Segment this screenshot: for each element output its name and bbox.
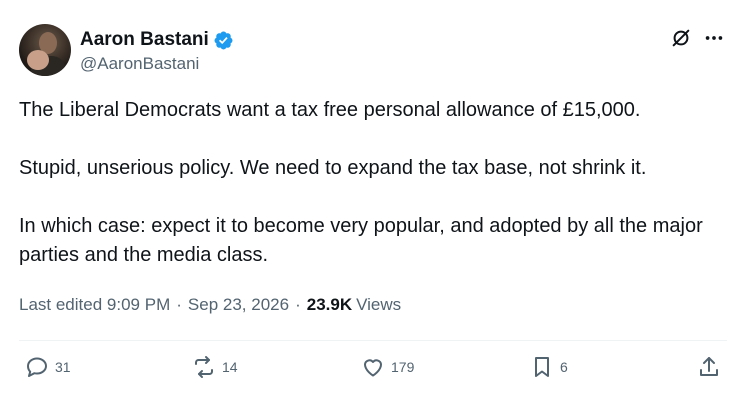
meta-separator: · [295,295,301,314]
bookmark-button[interactable]: 6 [530,355,568,379]
edited-label[interactable]: Last edited [19,295,102,315]
tweet-time[interactable]: 9:09 PM [107,295,170,315]
author-name-row: Aaron Bastani [80,28,234,52]
share-icon [700,357,718,376]
repost-button[interactable]: 14 [192,355,238,379]
bookmark-icon [535,357,549,377]
tweet-meta: Last edited 9:09 PM · Sep 23, 2026 · 23.… [19,295,401,315]
tweet-paragraph: The Liberal Democrats want a tax free pe… [19,99,641,121]
author-avatar[interactable] [19,24,71,76]
bookmark-count: 6 [560,359,568,375]
meta-separator: · [176,295,182,314]
views-label: Views [356,295,402,314]
reply-icon [27,357,47,377]
like-button[interactable]: 179 [361,355,414,379]
tweet-paragraph: Stupid, unserious policy. We need to exp… [19,157,647,179]
tweet-text: The Liberal Democrats want a tax free pe… [19,96,729,299]
verified-badge-icon [214,31,233,49]
more-icon[interactable] [703,27,725,49]
like-count: 179 [391,359,415,375]
action-bar: 31 14 179 6 [0,355,747,385]
views-count: 23.9K [306,295,353,314]
divider [19,340,727,341]
repost-count: 14 [222,359,238,375]
reply-button[interactable]: 31 [25,355,71,379]
like-icon [364,359,382,377]
grok-icon[interactable] [670,27,692,49]
repost-icon [195,356,213,378]
author-handle[interactable]: @AaronBastani [80,54,199,74]
tweet-paragraph: In which case: expect it to become very … [19,215,703,266]
share-button[interactable] [697,355,721,379]
tweet-date[interactable]: Sep 23, 2026 [188,295,289,315]
reply-count: 31 [55,359,71,375]
author-name[interactable]: Aaron Bastani [80,29,209,51]
